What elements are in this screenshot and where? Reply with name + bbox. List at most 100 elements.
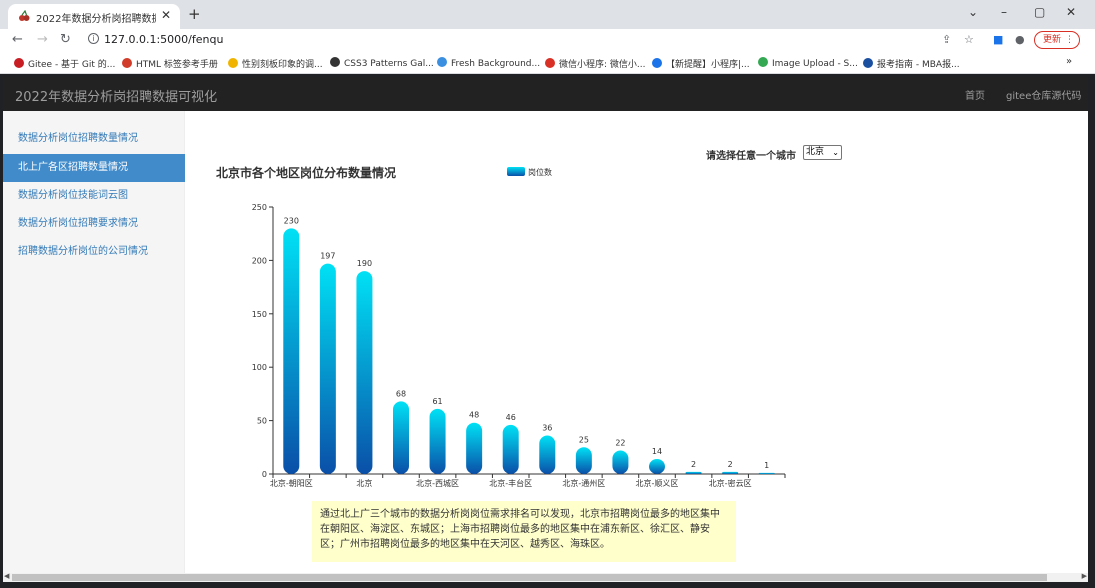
bookmark-label: CSS3 Patterns Gal... xyxy=(344,59,434,69)
bookmark-favicon-icon xyxy=(122,58,132,68)
bookmark-item[interactable]: Gitee - 基于 Git 的... xyxy=(14,57,115,70)
tab-search-icon[interactable]: ⌄ xyxy=(968,5,978,19)
bar-value-label: 46 xyxy=(506,413,516,422)
bookmark-favicon-icon xyxy=(228,58,238,68)
bar xyxy=(758,472,775,474)
y-tick-label: 250 xyxy=(252,203,267,212)
browser-tab[interactable]: 2022年数据分析岗招聘数据可视 ✕ xyxy=(8,4,180,29)
browser-tab-strip: 2022年数据分析岗招聘数据可视 ✕ + ⌄ – ▢ ✕ xyxy=(0,0,1095,29)
nav-home-link[interactable]: 首页 xyxy=(965,87,985,102)
legend-label: 岗位数 xyxy=(528,167,552,177)
bar xyxy=(612,450,629,474)
scroll-left-icon[interactable]: ◀ xyxy=(4,572,9,580)
bookmark-favicon-icon xyxy=(14,58,24,68)
update-button[interactable]: 更新 ⋮ xyxy=(1034,31,1080,49)
browser-toolbar: ← → ↻ i 127.0.0.1:5000/fenqu ⇪ ☆ ■ ● 更新 … xyxy=(0,29,1095,52)
profile-icon[interactable]: ● xyxy=(1015,33,1025,46)
bar xyxy=(575,447,592,474)
bookmark-label: 报考指南 - MBA报... xyxy=(877,60,960,70)
bar-value-label: 1 xyxy=(764,461,769,470)
bar xyxy=(649,459,665,474)
bookmarks-more-icon[interactable]: » xyxy=(1066,56,1072,67)
forward-icon[interactable]: → xyxy=(37,32,48,47)
bookmarks-bar: Gitee - 基于 Git 的... HTML 标签参考手册 性别刻板印象的调… xyxy=(0,52,1095,74)
bar xyxy=(539,435,556,474)
nav-repo-link[interactable]: gitee仓库源代码 xyxy=(1006,87,1081,102)
bookmark-label: 性别刻板印象的调... xyxy=(242,60,323,70)
sidebar-item-requirements[interactable]: 数据分析岗位招聘要求情况 xyxy=(3,210,185,238)
city-select-value: 北京 xyxy=(806,147,825,157)
main-content: 北京市各个地区岗位分布数量情况 岗位数 0 50 100 150 200 250 230 北京… xyxy=(185,111,1088,573)
city-select-label: 请选择任意一个城市 xyxy=(706,151,796,162)
horizontal-scrollbar[interactable]: ◀ ▶ xyxy=(3,572,1088,582)
x-tick-label: 北京 xyxy=(356,478,372,488)
bar-value-label: 2 xyxy=(691,460,696,469)
sidebar-item-skill-wordcloud[interactable]: 数据分析岗位技能词云图 xyxy=(3,182,185,210)
sidebar-item-district-count[interactable]: 北上广各区招聘数量情况 xyxy=(3,154,185,182)
scrollbar-thumb[interactable] xyxy=(12,574,1047,581)
app-navbar: 2022年数据分析岗招聘数据可视化 首页 gitee仓库源代码 xyxy=(3,77,1088,111)
bookmark-item[interactable]: 微信小程序: 微信小... xyxy=(545,57,645,70)
minimize-icon[interactable]: – xyxy=(1001,5,1007,19)
bookmark-label: 【新提醒】小程序|... xyxy=(666,60,750,70)
chart-title: 北京市各个地区岗位分布数量情况 xyxy=(216,165,396,180)
bar xyxy=(466,422,483,474)
city-select[interactable]: 北京 ⌄ xyxy=(803,145,842,160)
bookmark-label: Fresh Background... xyxy=(451,59,541,69)
bar-value-label: 61 xyxy=(432,397,442,406)
bar-value-label: 36 xyxy=(542,424,552,433)
tab-title: 2022年数据分析岗招聘数据可视 xyxy=(36,14,156,25)
bar-value-label: 22 xyxy=(615,439,625,448)
district-bar-chart: 北京市各个地区岗位分布数量情况 岗位数 0 50 100 150 200 250 230 北京… xyxy=(216,165,786,488)
address-bar[interactable]: i 127.0.0.1:5000/fenqu xyxy=(84,31,984,50)
window-close-icon[interactable]: ✕ xyxy=(1066,5,1076,19)
sidebar-item-companies[interactable]: 招聘数据分析岗位的公司情况 xyxy=(3,238,185,266)
x-tick-label: 北京-顺义区 xyxy=(636,478,679,488)
y-tick-label: 50 xyxy=(257,417,267,426)
legend-swatch xyxy=(507,167,525,176)
bar-value-label: 2 xyxy=(728,460,733,469)
bar-value-label: 190 xyxy=(357,259,372,268)
bookmark-item[interactable]: Image Upload - S... xyxy=(758,57,858,69)
bookmark-star-icon[interactable]: ☆ xyxy=(964,33,974,46)
chevron-down-icon: ⌄ xyxy=(832,148,839,157)
bookmark-item[interactable]: Fresh Background... xyxy=(437,57,540,69)
bookmark-item[interactable]: 性别刻板印象的调... xyxy=(228,57,323,70)
new-tab-icon[interactable]: + xyxy=(188,5,201,23)
y-tick-label: 100 xyxy=(252,363,267,372)
bar xyxy=(429,408,446,474)
bookmark-favicon-icon xyxy=(330,57,340,67)
analysis-note: 通过北上广三个城市的数据分析岗岗位需求排名可以发现，北京市招聘岗位最多的地区集中… xyxy=(312,501,736,562)
bar xyxy=(283,228,300,474)
reload-icon[interactable]: ↻ xyxy=(60,32,71,47)
sidebar-item-job-count[interactable]: 数据分析岗位招聘数量情况 xyxy=(3,125,185,153)
bar-value-label: 25 xyxy=(579,435,589,444)
cherry-favicon-icon xyxy=(19,10,30,21)
tab-close-icon[interactable]: ✕ xyxy=(161,8,171,22)
extension-icon[interactable]: ■ xyxy=(993,33,1003,46)
chart-plot-area: 0 50 100 150 200 250 230 北京-朝阳区 197 190 北京 68 61 北京-西… xyxy=(252,203,786,488)
y-tick-label: 150 xyxy=(252,310,267,319)
bookmark-item[interactable]: 报考指南 - MBA报... xyxy=(863,57,960,70)
bookmark-item[interactable]: HTML 标签参考手册 xyxy=(122,57,218,70)
bar xyxy=(685,471,702,474)
y-tick-label: 200 xyxy=(252,256,267,265)
back-icon[interactable]: ← xyxy=(12,32,23,47)
bookmark-favicon-icon xyxy=(437,57,447,67)
x-tick-label: 北京-朝阳区 xyxy=(270,478,313,488)
x-tick-label: 北京-西城区 xyxy=(416,478,459,488)
restore-icon[interactable]: ▢ xyxy=(1034,5,1045,19)
x-tick-label: 北京-丰台区 xyxy=(489,478,532,488)
kebab-menu-icon[interactable]: ⋮ xyxy=(1065,32,1074,48)
scroll-right-icon[interactable]: ▶ xyxy=(1082,572,1087,580)
x-tick-label: 北京-密云区 xyxy=(709,478,752,488)
bar xyxy=(502,424,519,474)
chart-legend[interactable]: 岗位数 xyxy=(507,167,552,177)
bookmark-item[interactable]: CSS3 Patterns Gal... xyxy=(330,57,434,69)
bar-value-label: 68 xyxy=(396,389,406,398)
app-brand[interactable]: 2022年数据分析岗招聘数据可视化 xyxy=(15,86,217,105)
site-info-icon[interactable]: i xyxy=(88,33,99,44)
share-icon[interactable]: ⇪ xyxy=(942,33,951,46)
bookmark-item[interactable]: 【新提醒】小程序|... xyxy=(652,57,750,70)
update-label: 更新 xyxy=(1043,35,1062,45)
